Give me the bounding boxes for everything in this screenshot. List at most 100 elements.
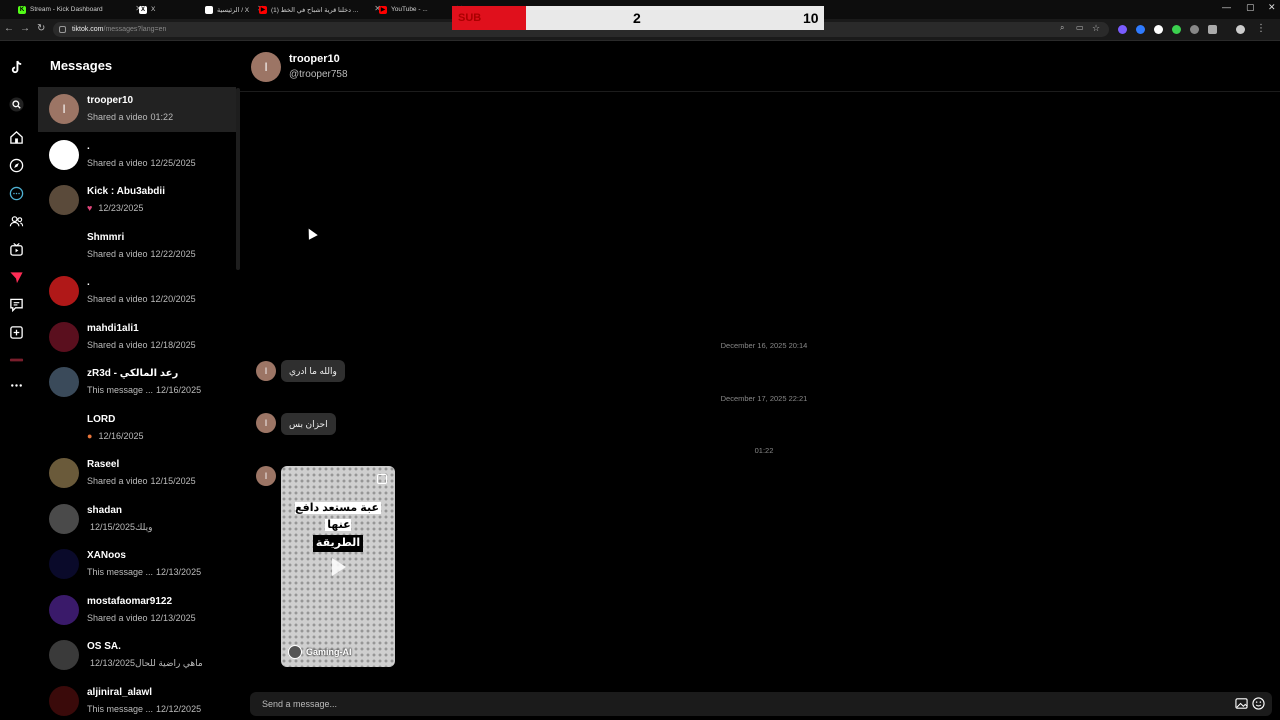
conversation-preview-text: Shared a video (87, 476, 148, 486)
message-composer[interactable]: Send a message... (250, 692, 1272, 716)
forward-icon[interactable]: → (20, 23, 30, 34)
conversation-item[interactable]: OS SA. ماهي راضية للحال12/13/2025 (38, 633, 236, 678)
conversation-item[interactable]: Itrooper10 Shared a video 01:22 (38, 87, 236, 132)
heart-icon: ♥ (87, 203, 93, 213)
message-bubble[interactable]: احزان بس (281, 413, 336, 435)
conversation-avatar[interactable] (49, 503, 79, 534)
close-window-icon[interactable]: ✕ (1268, 2, 1276, 13)
conversation-item[interactable]: XANoos This message ... 12/13/2025 (38, 542, 236, 587)
upload-icon[interactable] (8, 324, 24, 340)
site-info-icon[interactable] (59, 26, 66, 33)
conversation-preview: Shared a video 12/13/2025 (87, 613, 196, 623)
install-app-icon[interactable]: ▭ (1076, 23, 1084, 32)
back-icon[interactable]: ← (4, 23, 14, 34)
sub-goal-overlay: SUB 2 10 (452, 6, 824, 30)
conversation-avatar[interactable] (49, 367, 79, 397)
conversation-date: 12/16/2025 (98, 430, 144, 441)
maximize-icon[interactable]: ▢ (1246, 2, 1255, 13)
chat-handle: @trooper758 (289, 69, 348, 80)
conversation-avatar[interactable] (49, 139, 79, 170)
search-icon[interactable] (8, 96, 24, 112)
conversation-avatar[interactable] (49, 594, 79, 625)
browser-menu-icon[interactable]: ⋮ (1256, 23, 1266, 34)
conversation-item[interactable]: Raseel Shared a video 12/15/2025 (38, 451, 236, 496)
conversation-avatar[interactable] (49, 230, 79, 261)
sub-goal-current: 2 (633, 10, 641, 26)
messages-icon[interactable] (8, 296, 24, 312)
conversation-item[interactable]: Shmmri Shared a video 12/22/2025 (38, 224, 236, 269)
more-icon[interactable] (8, 377, 24, 393)
profile-avatar-icon[interactable] (1236, 25, 1245, 34)
conversation-preview-text: ماهي راضية للحال (135, 658, 203, 668)
chat-avatar[interactable]: I (251, 52, 281, 82)
browser-tab[interactable]: الرئيسية / X✕ (205, 2, 264, 17)
conversation-preview: This message ... 12/12/2025 (87, 704, 201, 714)
emoji-icon[interactable] (1252, 697, 1265, 710)
extension-icon[interactable] (1136, 25, 1145, 34)
live-badge-icon[interactable] (8, 351, 24, 367)
conversation-item[interactable]: Kick : Abu3abdii ♥ 12/23/2025 (38, 178, 236, 223)
extension-icon[interactable] (1154, 25, 1163, 34)
message-avatar[interactable]: I (256, 361, 276, 381)
message-avatar[interactable]: I (256, 413, 276, 433)
conversation-avatar[interactable] (49, 640, 79, 670)
message-avatar[interactable]: I (256, 466, 276, 486)
conversation-avatar[interactable] (49, 458, 79, 488)
conversation-avatar[interactable] (49, 321, 79, 352)
shared-video-card[interactable]: عبة مستعد دافع عنها الطريقة Gaming-AI (281, 466, 395, 667)
conversation-avatar[interactable]: I (49, 94, 79, 124)
message-input[interactable]: Send a message... (262, 699, 337, 709)
conversation-avatar[interactable] (49, 549, 79, 579)
video-caption-line1: عبة مستعد دافع عنها (295, 502, 381, 531)
conversation-avatar[interactable] (49, 685, 79, 716)
conversation-item[interactable]: LORD ● 12/16/2025 (38, 406, 236, 451)
extension-icon[interactable] (1172, 25, 1181, 34)
sub-goal-target: 10 (803, 10, 819, 26)
conversation-avatar[interactable] (49, 276, 79, 306)
sub-goal-counter: 2 10 (526, 6, 824, 30)
conversation-item[interactable]: . Shared a video 12/25/2025 (38, 133, 236, 178)
bookmark-star-icon[interactable]: ☆ (1092, 23, 1100, 34)
explore-compass-icon[interactable] (8, 157, 24, 173)
browser-tab[interactable]: KStream - Kick Dashboard✕ (18, 2, 142, 17)
tiktok-logo-icon[interactable] (8, 59, 24, 75)
browser-tab[interactable]: ▶ دخلنا قرية اشباح في الخط (1) ... ✕ (259, 2, 381, 17)
conversation-item[interactable]: zR3d - رعد المالكي This message ... 12/16/… (38, 360, 236, 405)
messages-sidebar: Messages Itrooper10 Shared a video 01:22. S… (38, 41, 240, 720)
inbox-send-icon[interactable] (8, 269, 24, 285)
open-video-icon[interactable] (377, 474, 387, 484)
url-path: /messages?lang=en (103, 26, 167, 33)
conversation-date: 12/16/2025 (156, 385, 202, 395)
browser-tab[interactable]: ▶YouTube - ...✕ (379, 2, 463, 17)
tab-title: الرئيسية / X (217, 6, 250, 14)
conversation-item[interactable]: mostafaomar9122 Shared a video 12/13/2025 (38, 588, 236, 633)
conversation-avatar[interactable] (49, 412, 79, 443)
minimize-icon[interactable]: — (1222, 2, 1231, 12)
conversation-preview-text: Shared a video (87, 112, 148, 122)
tab-favicon-icon (205, 5, 213, 14)
friends-icon[interactable] (8, 213, 24, 229)
chat-username[interactable]: trooper10 (289, 53, 340, 65)
tab-title: YouTube - ... (391, 6, 428, 13)
extensions-puzzle-icon[interactable] (1208, 25, 1217, 34)
conversation-item[interactable]: . Shared a video 12/20/2025 (38, 269, 236, 314)
conversation-date: 12/20/2025 (150, 294, 196, 304)
image-attach-icon[interactable] (1235, 697, 1248, 710)
zoom-icon[interactable]: ⌕ (1060, 23, 1064, 33)
extension-icon[interactable] (1190, 25, 1199, 34)
conversation-date: 12/13/2025 (156, 567, 202, 577)
conversation-item[interactable]: mahdi1ali1 Shared a video 12/18/2025 (38, 315, 236, 360)
conversation-item[interactable]: aljiniral_alawl This message ... 12/12/202… (38, 679, 236, 720)
sidebar-scrollbar[interactable] (236, 88, 240, 270)
home-icon[interactable] (8, 129, 24, 145)
live-tv-icon[interactable] (8, 241, 24, 257)
conversation-avatar[interactable] (49, 185, 79, 215)
reload-icon[interactable]: ↻ (37, 23, 45, 34)
message-bubble[interactable]: والله ما ادري (281, 360, 345, 382)
following-icon[interactable] (8, 185, 24, 201)
extension-icon[interactable] (1118, 25, 1127, 34)
play-icon[interactable] (332, 558, 346, 576)
conversation-item[interactable]: shadan ويلك12/15/2025 (38, 497, 236, 542)
browser-tab[interactable]: XX (139, 2, 165, 17)
conversation-preview-text: This message ... (87, 567, 154, 577)
